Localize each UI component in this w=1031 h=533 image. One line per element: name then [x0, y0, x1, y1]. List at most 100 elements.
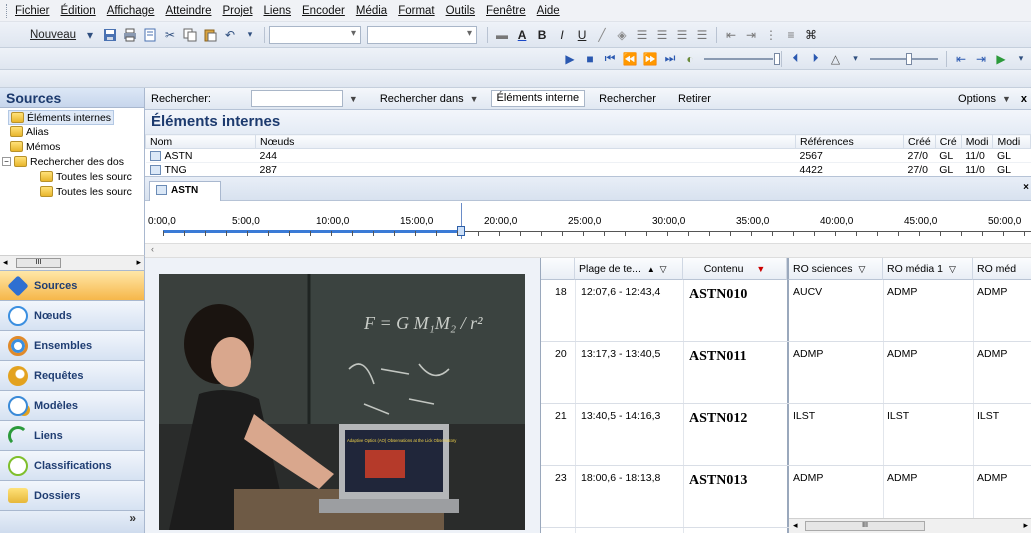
print-icon[interactable]: [121, 26, 139, 44]
paste-icon[interactable]: [201, 26, 219, 44]
rewind-icon[interactable]: ⏪: [621, 50, 639, 68]
nav-requetes[interactable]: Requêtes: [0, 360, 145, 390]
nav-classifications[interactable]: Classifications: [0, 450, 145, 480]
col-header-ro-sciences[interactable]: RO sciences ▽: [787, 258, 883, 280]
table-row[interactable]: TNG 287 4422 27/0 GL 11/0 GL: [145, 162, 1031, 177]
video-frame[interactable]: F = G M₁M₂ / r² Adaptive Optics (AO) Obs…: [159, 274, 525, 530]
tree-item-elements-internes[interactable]: Éléments internes: [8, 110, 115, 125]
options-button[interactable]: Options: [958, 93, 996, 105]
indent-icon[interactable]: ⇥: [742, 26, 760, 44]
menu-projet[interactable]: Projet: [222, 5, 252, 17]
nav-modeles[interactable]: Modèles: [0, 390, 145, 420]
new-button[interactable]: Nouveau: [30, 29, 76, 41]
mark-start-icon[interactable]: ⏴: [787, 50, 805, 68]
filter-icon[interactable]: ▽: [949, 264, 956, 274]
tree-horizontal-scrollbar[interactable]: ◂ III ▸: [0, 255, 145, 270]
scroll-right-icon[interactable]: ▸: [1023, 520, 1028, 531]
stop-icon[interactable]: ■: [581, 50, 599, 68]
search-button[interactable]: Rechercher: [599, 93, 656, 105]
menu-fenetre[interactable]: Fenêtre: [486, 5, 526, 17]
col-header-cree[interactable]: Créé: [903, 134, 936, 149]
run-dropdown-icon[interactable]: ▾: [1012, 50, 1030, 68]
timeline-scrollbar[interactable]: ‹: [145, 243, 1031, 258]
italic-icon[interactable]: I: [553, 26, 571, 44]
go-end-icon[interactable]: ⏭: [661, 50, 679, 68]
scroll-thumb[interactable]: III: [16, 258, 61, 268]
waveform-icon[interactable]: △: [827, 50, 845, 68]
scroll-left-icon[interactable]: ‹: [151, 244, 154, 254]
new-dropdown-icon[interactable]: ▾: [81, 26, 99, 44]
mark-end-icon[interactable]: ⏵: [807, 50, 825, 68]
tree-item-memos[interactable]: Mémos: [10, 139, 60, 154]
col-header-references[interactable]: Références: [795, 134, 904, 149]
col-header-ro-media-1[interactable]: RO média 1 ▽: [883, 258, 973, 280]
underline-icon[interactable]: U: [573, 26, 591, 44]
menu-aide[interactable]: Aide: [537, 5, 560, 17]
search-input[interactable]: [250, 90, 343, 107]
tree-item-alias[interactable]: Alias: [10, 124, 49, 139]
menu-encoder[interactable]: Encoder: [302, 5, 345, 17]
menu-media[interactable]: Média: [356, 5, 387, 17]
bullets-icon[interactable]: ⋮: [762, 26, 780, 44]
col-header-nom[interactable]: Nom: [145, 134, 256, 149]
align-left-icon[interactable]: ☰: [633, 26, 651, 44]
menu-atteindre[interactable]: Atteindre: [165, 5, 211, 17]
col-header-ro-media-2[interactable]: RO méd: [973, 258, 1031, 280]
nav-overflow[interactable]: »: [0, 510, 145, 533]
numbering-icon[interactable]: ≡: [782, 26, 800, 44]
cut-icon[interactable]: ✂: [161, 26, 179, 44]
nav-liens[interactable]: Liens: [0, 420, 145, 450]
menu-fichier[interactable]: Fichier: [15, 5, 50, 17]
tree-item-search-folders[interactable]: − Rechercher des dos: [2, 154, 124, 169]
nav-sources[interactable]: Sources: [0, 270, 145, 300]
menu-format[interactable]: Format: [398, 5, 434, 17]
tree-item-all-sources-1[interactable]: Toutes les sourc: [40, 169, 132, 184]
copy-icon[interactable]: [181, 26, 199, 44]
save-icon[interactable]: [101, 26, 119, 44]
scroll-thumb[interactable]: III: [805, 521, 925, 531]
search-in-button[interactable]: Rechercher dans: [380, 93, 464, 105]
menu-edition[interactable]: Édition: [61, 5, 96, 17]
nav-noeuds[interactable]: Nœuds: [0, 300, 145, 330]
outdent-icon[interactable]: ⇤: [722, 26, 740, 44]
line-icon[interactable]: ╱: [593, 26, 611, 44]
tree-item-all-sources-2[interactable]: Toutes les sourc: [40, 184, 132, 199]
align-right-icon[interactable]: ☰: [673, 26, 691, 44]
options-dropdown-icon[interactable]: ▼: [1002, 94, 1011, 104]
nav-ensembles[interactable]: Ensembles: [0, 330, 145, 360]
clear-button[interactable]: Retirer: [678, 93, 711, 105]
close-search-button[interactable]: x: [1021, 93, 1027, 105]
scroll-left-icon[interactable]: ◂: [793, 520, 798, 531]
filter-icon[interactable]: ▽: [858, 264, 865, 274]
grid-horizontal-scrollbar[interactable]: ◂ III ▸: [789, 518, 1031, 533]
highlight-icon[interactable]: ▬: [493, 26, 511, 44]
justify-icon[interactable]: ☰: [693, 26, 711, 44]
filter-active-icon[interactable]: ▼: [756, 264, 765, 274]
split-right-icon[interactable]: ⇥: [972, 50, 990, 68]
search-in-dropdown-icon[interactable]: ▼: [470, 94, 479, 104]
close-tab-icon[interactable]: ×: [1023, 182, 1029, 193]
preview-icon[interactable]: [141, 26, 159, 44]
playhead-handle[interactable]: [457, 226, 465, 236]
volume-icon[interactable]: ◐: [681, 50, 699, 68]
speed-slider[interactable]: [869, 52, 939, 65]
menu-liens[interactable]: Liens: [264, 5, 292, 17]
filter-icon[interactable]: ▽: [660, 264, 667, 274]
font-combo[interactable]: [269, 25, 362, 44]
undo-dropdown-icon[interactable]: ▾: [241, 26, 259, 44]
size-combo[interactable]: [367, 25, 478, 44]
bold-icon[interactable]: B: [533, 26, 551, 44]
scroll-left-icon[interactable]: ◂: [3, 257, 8, 268]
align-center-icon[interactable]: ☰: [653, 26, 671, 44]
col-header-time-range[interactable]: Plage de te... ▲ ▽: [575, 258, 683, 280]
undo-icon[interactable]: ↶: [221, 26, 239, 44]
col-header-noeuds[interactable]: Nœuds: [255, 134, 796, 149]
nav-dossiers[interactable]: Dossiers: [0, 480, 145, 510]
find-binoculars-icon[interactable]: ⌘: [802, 26, 820, 44]
play-icon[interactable]: ▶: [561, 50, 579, 68]
col-header-content[interactable]: Contenu ▼: [683, 258, 787, 280]
run-icon[interactable]: ▶: [992, 50, 1010, 68]
tab-astn[interactable]: ASTN: [149, 181, 221, 201]
menu-outils[interactable]: Outils: [446, 5, 475, 17]
search-scope-field[interactable]: Éléments interne: [490, 90, 586, 107]
